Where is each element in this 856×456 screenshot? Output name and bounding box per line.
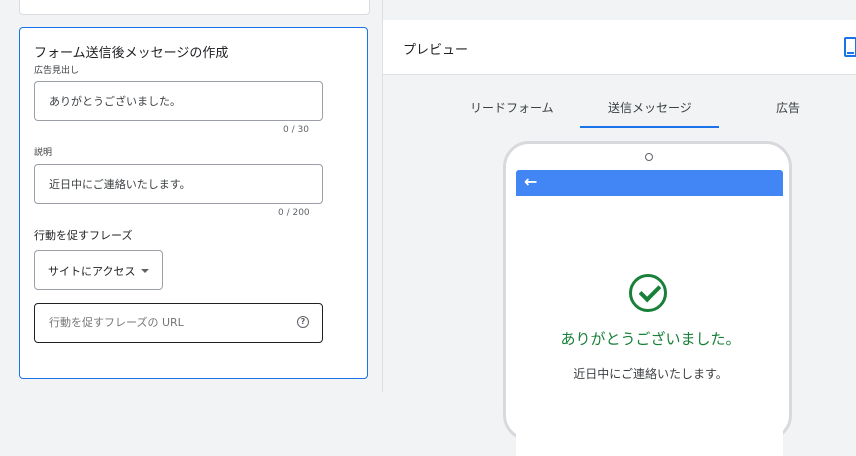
- tab-ad[interactable]: 広告: [776, 99, 800, 116]
- tab-submit-message[interactable]: 送信メッセージ: [608, 99, 692, 116]
- caret-down-icon: [141, 269, 149, 273]
- phone-app-bar: ←: [516, 170, 783, 196]
- help-circle-icon[interactable]: ?: [297, 316, 309, 328]
- preview-header: プレビュー: [383, 20, 856, 75]
- camera-icon: [645, 153, 653, 161]
- description-counter: 0 / 200: [278, 208, 310, 218]
- phone-screen: [516, 196, 783, 456]
- cta-url-input[interactable]: [49, 316, 299, 329]
- cta-url-field[interactable]: ?: [34, 303, 323, 343]
- preview-description: 近日中にご連絡いたします。: [573, 367, 728, 381]
- preview-headline: ありがとうございました。: [560, 330, 741, 348]
- preview-panel: プレビュー リードフォーム 送信メッセージ 広告 ← ありがとうございました。 …: [383, 20, 856, 456]
- form-title: フォーム送信後メッセージの作成: [34, 46, 229, 61]
- tab-lead-form[interactable]: リードフォーム: [470, 99, 554, 116]
- description-label: 説明: [34, 148, 53, 158]
- description-input[interactable]: [49, 177, 299, 190]
- arrow-back-icon: ←: [524, 172, 538, 191]
- phone-icon[interactable]: [844, 37, 856, 57]
- headline-label: 広告見出し: [34, 66, 80, 76]
- phone-mockup: ← ありがとうございました。 近日中にご連絡いたします。: [503, 141, 792, 456]
- check-circle-icon: [629, 274, 667, 312]
- previous-section-card: [19, 0, 370, 15]
- headline-field[interactable]: [34, 81, 323, 121]
- preview-title: プレビュー: [403, 43, 469, 58]
- cta-label: 行動を促すフレーズ: [34, 229, 133, 242]
- active-tab-indicator: [580, 126, 719, 128]
- description-field[interactable]: [34, 164, 323, 204]
- post-submit-message-card: フォーム送信後メッセージの作成 広告見出し 0 / 30 説明 0 / 200 …: [19, 27, 368, 379]
- cta-select[interactable]: サイトにアクセス: [34, 250, 163, 290]
- headline-input[interactable]: [49, 94, 299, 107]
- cta-selected-value: サイトにアクセス: [48, 265, 136, 278]
- headline-counter: 0 / 30: [283, 125, 309, 135]
